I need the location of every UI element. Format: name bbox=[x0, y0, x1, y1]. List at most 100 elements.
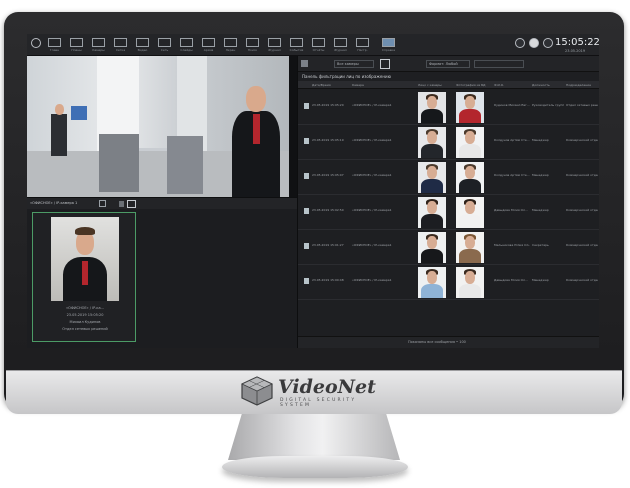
grid-icon[interactable] bbox=[99, 200, 106, 207]
row-time: 23.05.2019 15:02:50 bbox=[312, 208, 344, 212]
camera2-header: «ОФИСНОЕ» / IP-камера 1 bbox=[27, 197, 297, 209]
row-time: 23.05.2019 15:05:20 bbox=[312, 103, 344, 107]
layout-icon bbox=[334, 38, 347, 47]
camera-face-image bbox=[418, 232, 446, 263]
settings-icon[interactable] bbox=[515, 38, 525, 48]
camera-view-main[interactable] bbox=[27, 56, 289, 197]
layout-icon bbox=[136, 38, 149, 47]
camera-face-image bbox=[418, 197, 446, 228]
toolbar-button[interactable]: Поиск bbox=[243, 37, 262, 54]
row-time: 23.05.2019 15:05:19 bbox=[312, 138, 344, 142]
toolbar-button[interactable]: Сетка bbox=[111, 37, 130, 54]
globe-icon[interactable] bbox=[543, 38, 553, 48]
toolbar-button[interactable]: Справка bbox=[379, 37, 398, 54]
camera-type-icon bbox=[304, 278, 309, 284]
toolbar-button[interactable]: Журнал bbox=[265, 37, 284, 54]
snapshot-caption: «ОФИСНОЕ» / IP-ка... bbox=[65, 306, 105, 310]
row-dept: Коммерческий отдел bbox=[566, 278, 598, 282]
toolbar-button[interactable]: Планы bbox=[67, 37, 86, 54]
row-time: 23.05.2019 15:01:27 bbox=[312, 243, 344, 247]
filter-icon[interactable] bbox=[301, 60, 308, 67]
database-photo bbox=[456, 92, 484, 123]
toolbar-button[interactable]: Видео bbox=[133, 37, 152, 54]
monitor-stand-neck bbox=[228, 414, 400, 460]
panel-title: Панель фильтрации лиц по изображению bbox=[302, 74, 391, 79]
row-name: Кудинов Михаил Евг... bbox=[494, 103, 530, 107]
row-position: Менеджер bbox=[532, 138, 549, 142]
row-time: 23.05.2019 15:05:07 bbox=[312, 173, 344, 177]
brand-tagline: DIGITAL SECURITY SYSTEM bbox=[280, 398, 357, 408]
table-row[interactable]: 23.05.2019 15:01:27 «ОФИСНОЕ» / IP-камер… bbox=[298, 230, 599, 265]
table-header: Дата/Время Камера Лицо с камеры Фотограф… bbox=[298, 81, 599, 89]
camera-divider bbox=[289, 56, 297, 197]
row-camera: «ОФИСНОЕ» / IP-камера1 bbox=[352, 278, 392, 282]
app-screen: Главн Планы Камеры Сетка Видео Сеть Слай… bbox=[27, 34, 599, 348]
lock-icon[interactable] bbox=[119, 201, 124, 207]
thumbnail-icon bbox=[382, 38, 395, 47]
search-input[interactable] bbox=[474, 60, 524, 68]
brand-logo: VideoNet DIGITAL SECURITY SYSTEM bbox=[240, 374, 390, 408]
row-position: Менеджер bbox=[532, 278, 549, 282]
toolbar-button[interactable]: Отчёты bbox=[309, 37, 328, 54]
snapshot-hair bbox=[75, 227, 95, 235]
column-header[interactable]: Подразделение bbox=[566, 83, 591, 87]
panel-toolbar: Все камеры Формат: Любой bbox=[298, 56, 599, 72]
toolbar-button[interactable]: События bbox=[287, 37, 306, 54]
column-header[interactable]: Должность bbox=[532, 83, 550, 87]
export-icon[interactable] bbox=[127, 200, 136, 208]
camera-type-icon bbox=[304, 208, 309, 214]
row-dept: Отдел сетевых решений bbox=[566, 103, 598, 107]
camera-select[interactable]: Все камеры bbox=[334, 60, 374, 68]
camera-face-image bbox=[418, 267, 446, 298]
layout-icon bbox=[48, 38, 61, 47]
database-photo bbox=[456, 197, 484, 228]
format-select[interactable]: Формат: Любой bbox=[426, 60, 470, 68]
clock-date: 23.05.2019 bbox=[565, 49, 586, 53]
toolbar-button[interactable]: Архив bbox=[199, 37, 218, 54]
layout-icon bbox=[290, 38, 303, 47]
scene-monitor bbox=[71, 106, 87, 120]
camera-type-icon bbox=[304, 138, 309, 144]
table-row[interactable]: 23.05.2019 15:05:19 «ОФИСНОЕ» / IP-камер… bbox=[298, 125, 599, 160]
toolbar-button[interactable]: Камеры bbox=[89, 37, 108, 54]
face-filter-panel: Все камеры Формат: Любой Панель фильтрац… bbox=[297, 56, 599, 348]
row-camera: «ОФИСНОЕ» / IP-камера1 bbox=[352, 173, 392, 177]
toolbar-button[interactable]: Экран bbox=[221, 37, 240, 54]
layout-icon bbox=[92, 38, 105, 47]
row-name: Давыдова Юлия Ол... bbox=[494, 208, 528, 212]
row-camera: «ОФИСНОЕ» / IP-камера1 bbox=[352, 208, 392, 212]
row-name: Давыдова Юлия Ол... bbox=[494, 278, 528, 282]
table-row[interactable]: 23.05.2019 15:05:07 «ОФИСНОЕ» / IP-камер… bbox=[298, 160, 599, 195]
main-toolbar: Главн Планы Камеры Сетка Видео Сеть Слай… bbox=[27, 34, 599, 56]
column-header[interactable]: Фотография из БД bbox=[456, 83, 486, 87]
database-photo bbox=[456, 232, 484, 263]
scene-person-main bbox=[253, 114, 260, 144]
column-header[interactable]: Дата/Время bbox=[312, 83, 331, 87]
table-row[interactable]: 23.05.2019 15:00:48 «ОФИСНОЕ» / IP-камер… bbox=[298, 265, 599, 300]
user-icon[interactable] bbox=[529, 38, 539, 48]
layout-icon bbox=[70, 38, 83, 47]
monitor-stand-base bbox=[222, 456, 408, 478]
scene-turnstile-arm bbox=[139, 148, 167, 151]
toolbar-button[interactable]: Настр. bbox=[353, 37, 372, 54]
refresh-icon[interactable] bbox=[380, 59, 390, 69]
column-header[interactable]: Камера bbox=[352, 83, 364, 87]
table-row[interactable]: 23.05.2019 15:05:20 «ОФИСНОЕ» / IP-камер… bbox=[298, 90, 599, 125]
row-dept: Коммерческий отдел bbox=[566, 208, 598, 212]
scene-person-background bbox=[55, 104, 64, 115]
column-header[interactable]: Ф.И.О. bbox=[494, 83, 504, 87]
camera-face-image bbox=[418, 127, 446, 158]
toolbar-button[interactable]: Главн bbox=[45, 37, 64, 54]
toolbar-button[interactable]: Слайды bbox=[177, 37, 196, 54]
toolbar-button[interactable]: Журнал bbox=[331, 37, 350, 54]
row-name: Мельникова Юлия Ол... bbox=[494, 243, 530, 247]
toolbar-button[interactable]: Сеть bbox=[155, 37, 174, 54]
column-header[interactable]: Лицо с камеры bbox=[418, 83, 442, 87]
table-row[interactable]: 23.05.2019 15:02:50 «ОФИСНОЕ» / IP-камер… bbox=[298, 195, 599, 230]
layout-icon bbox=[114, 38, 127, 47]
face-snapshot-card[interactable]: «ОФИСНОЕ» / IP-ка... 23.05.2019 15:05:20… bbox=[32, 212, 136, 342]
layout-icon bbox=[312, 38, 325, 47]
row-time: 23.05.2019 15:00:48 bbox=[312, 278, 344, 282]
app-logo-icon[interactable] bbox=[31, 38, 41, 48]
footer-status: Показаны все сообщения • 100 bbox=[408, 340, 466, 344]
